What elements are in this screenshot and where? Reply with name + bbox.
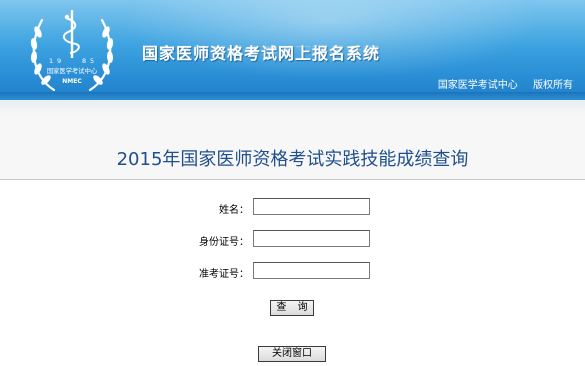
- ticket-number-label: 准考证号：: [199, 269, 249, 280]
- header-link-center[interactable]: 国家医学考试中心: [438, 80, 518, 91]
- site-header: 1 9 8 5 国家医学考试中心 NMEC 国家医师资格考试网上报名系统 国家医…: [0, 0, 585, 100]
- name-label: 姓名：: [219, 205, 249, 216]
- title-band-shade: [0, 100, 585, 116]
- logo-year-1: 1: [49, 57, 53, 65]
- nmec-logo-icon: 1 9 8 5 国家医学考试中心 NMEC: [30, 10, 114, 92]
- page-title: 2015年国家医师资格考试实践技能成绩查询: [116, 149, 469, 170]
- logo-year-4: 5: [90, 57, 94, 65]
- header-bottom-bar: [0, 92, 585, 100]
- id-number-input[interactable]: [253, 230, 370, 247]
- logo-abbr: NMEC: [62, 78, 82, 85]
- close-window-button[interactable]: 关闭窗口: [258, 346, 326, 362]
- name-row: 姓名：: [0, 198, 585, 218]
- header-link-copyright[interactable]: 版权所有: [533, 80, 573, 91]
- name-input[interactable]: [253, 198, 370, 215]
- id-row: 身份证号：: [0, 230, 585, 250]
- logo-year-3: 8: [82, 57, 86, 65]
- header-right-links: 国家医学考试中心 版权所有: [438, 76, 573, 91]
- logo-center-text: 国家医学考试中心: [47, 66, 98, 75]
- ticket-row: 准考证号：: [0, 262, 585, 282]
- ticket-number-input[interactable]: [253, 262, 370, 279]
- query-button[interactable]: 查 询: [270, 300, 314, 316]
- site-title-reflection: 国家医师资格考试网上报名系统: [142, 44, 381, 56]
- id-number-label: 身份证号：: [199, 237, 249, 248]
- logo-year-2: 9: [57, 57, 61, 65]
